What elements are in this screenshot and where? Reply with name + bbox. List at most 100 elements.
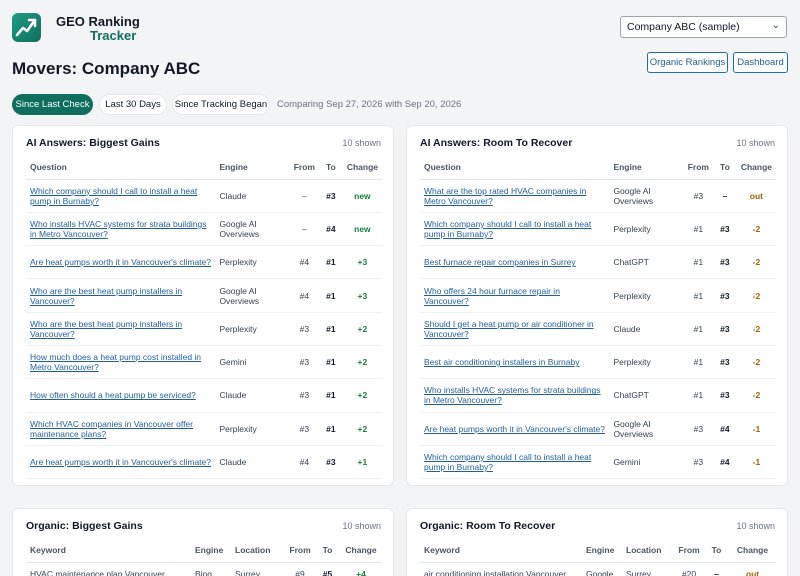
engine-cell: Perplexity	[609, 345, 684, 380]
change-cell: new	[342, 212, 382, 247]
to-cell: #2	[712, 478, 737, 485]
table-row: Who are the best heat pump installers in…	[26, 278, 382, 313]
page-title: Movers: Company ABC	[12, 59, 201, 78]
question-link[interactable]: How often should a heat pump be serviced…	[30, 390, 196, 400]
to-cell: #4	[318, 212, 343, 247]
to-cell: #1	[318, 345, 343, 380]
question-link[interactable]: Are heat pumps worth it in Vancouver's c…	[424, 424, 605, 434]
col-header: Keyword	[420, 538, 582, 563]
change-cell: -2	[736, 312, 776, 346]
engine-cell: Claude	[215, 378, 290, 413]
company-select-value: Company ABC (sample)	[627, 21, 740, 33]
question-link[interactable]: Are heat pumps worth it in Vancouver's c…	[30, 457, 211, 467]
col-header: To	[315, 538, 340, 563]
from-cell: #3	[289, 378, 319, 413]
logo-icon[interactable]	[12, 13, 41, 42]
to-cell: #1	[318, 278, 343, 313]
to-cell: #3	[712, 278, 737, 313]
to-cell: #3	[318, 478, 343, 485]
card-count: 10 shown	[736, 138, 775, 148]
engine-cell: Gemini	[609, 445, 684, 480]
engine-cell: Google	[582, 562, 622, 576]
question-link[interactable]: Which company should I call to install a…	[424, 452, 591, 472]
question-link[interactable]: Best air conditioning installers in Burn…	[424, 357, 579, 367]
col-header: Change	[342, 155, 382, 180]
col-header: Keyword	[26, 538, 191, 563]
to-cell: #4	[712, 412, 737, 446]
to-cell: #3	[712, 245, 737, 280]
comparing-text: Comparing Sep 27, 2026 with Sep 20, 2026	[277, 99, 462, 110]
col-header: From	[289, 155, 319, 180]
to-cell: #3	[712, 345, 737, 380]
question-cell: Which company should I call to install a…	[26, 179, 216, 213]
question-link[interactable]: Who are the best heat pump installers in…	[30, 286, 182, 306]
change-cell: +3	[342, 278, 382, 313]
from-cell: #20	[674, 562, 704, 576]
engine-cell: Google AI Overviews	[609, 412, 684, 446]
change-cell: +1	[342, 445, 382, 480]
question-link[interactable]: Are heat pumps worth it in Vancouver's c…	[30, 257, 211, 267]
organic-rankings-button[interactable]: Organic Rankings	[647, 52, 728, 73]
change-cell: +2	[342, 312, 382, 346]
card-title: Organic: Room To Recover	[420, 520, 556, 532]
col-header: To	[704, 538, 729, 563]
change-cell: -2	[736, 378, 776, 413]
col-header: To	[318, 155, 343, 180]
to-cell: #3	[712, 378, 737, 413]
card-title: AI Answers: Biggest Gains	[26, 137, 160, 149]
top-bar: GEO Ranking Tracker Company ABC (sample)…	[0, 0, 800, 56]
table-row: Are heat pumps worth it in Vancouver's c…	[26, 245, 382, 280]
table-row: HVAC maintenance plan Vancouver Bing Surre…	[26, 562, 382, 576]
question-cell: Which company should I call to install a…	[420, 445, 610, 480]
organic-recover-table: Keyword Engine Location From To Change a…	[420, 538, 776, 576]
filter-since-last-check[interactable]: Since Last Check	[12, 94, 93, 115]
question-link[interactable]: How much does a heat pump cost installed…	[30, 352, 201, 372]
change-cell: -2	[736, 345, 776, 380]
question-link[interactable]: Who are the best heat pump installers in…	[30, 319, 182, 339]
keyword-cell: HVAC maintenance plan Vancouver	[26, 562, 191, 576]
from-cell: #4	[289, 278, 319, 313]
question-cell: Who are the best heat pump installers in…	[26, 278, 216, 313]
change-cell: +2	[342, 345, 382, 380]
col-header: Change	[736, 155, 776, 180]
from-cell: #3	[683, 412, 713, 446]
table-row: Which company should I call to install a…	[26, 179, 382, 213]
question-cell: Should I get a heat pump or air conditio…	[420, 312, 610, 346]
location-cell: Surrey	[622, 562, 674, 576]
change-cell: -1	[736, 478, 776, 485]
dashboard-button[interactable]: Dashboard	[733, 52, 788, 73]
question-cell: What are the top rated HVAC companies in…	[420, 179, 610, 213]
question-link[interactable]: Should I get a heat pump or air conditio…	[424, 319, 594, 339]
engine-cell: Claude	[609, 312, 684, 346]
col-header: Engine	[215, 155, 290, 180]
to-cell: #1	[318, 412, 343, 446]
question-link[interactable]: Which company should I call to install a…	[424, 219, 591, 239]
question-link[interactable]: Who installs HVAC systems for strata bui…	[424, 385, 601, 405]
question-link[interactable]: Which HVAC companies in Vancouver offer …	[30, 419, 193, 439]
table-row: air conditioning installation Vancouver G…	[420, 562, 776, 576]
card-organic-recover: Organic: Room To Recover 10 shown Keywor…	[406, 508, 788, 576]
question-link[interactable]: Who installs HVAC systems for strata bui…	[30, 219, 207, 239]
change-cell: new	[342, 179, 382, 213]
question-cell: Which company should I call to install a…	[26, 478, 216, 486]
change-cell: +2	[342, 412, 382, 446]
filter-last-30-days[interactable]: Last 30 Days	[99, 94, 167, 115]
ai-gains-table: Question Engine From To Change Which com…	[26, 155, 382, 486]
question-link[interactable]: Which company should I call to install a…	[30, 186, 197, 206]
question-link[interactable]: Best furnace repair companies in Surrey	[424, 257, 576, 267]
question-link[interactable]: What are the top rated HVAC companies in…	[424, 186, 586, 206]
change-cell: -2	[736, 278, 776, 313]
engine-cell: Google AI Overviews	[215, 278, 290, 313]
engine-cell: Perplexity	[609, 278, 684, 313]
company-select[interactable]: Company ABC (sample) ⌄	[620, 16, 787, 38]
filter-since-tracking-began[interactable]: Since Tracking Began	[172, 94, 270, 115]
col-header: Location	[622, 538, 674, 563]
table-row: Who are the best heat pump installers in…	[26, 312, 382, 346]
from-cell: #1	[683, 345, 713, 380]
change-cell: -2	[736, 245, 776, 280]
question-link[interactable]: Which company should I call to install a…	[30, 485, 197, 486]
change-cell: +1	[342, 478, 382, 485]
question-cell: Who are the best heat pump installers in…	[26, 312, 216, 346]
to-cell: #3	[318, 179, 343, 213]
question-link[interactable]: Who offers 24 hour furnace repair in Van…	[424, 286, 560, 306]
